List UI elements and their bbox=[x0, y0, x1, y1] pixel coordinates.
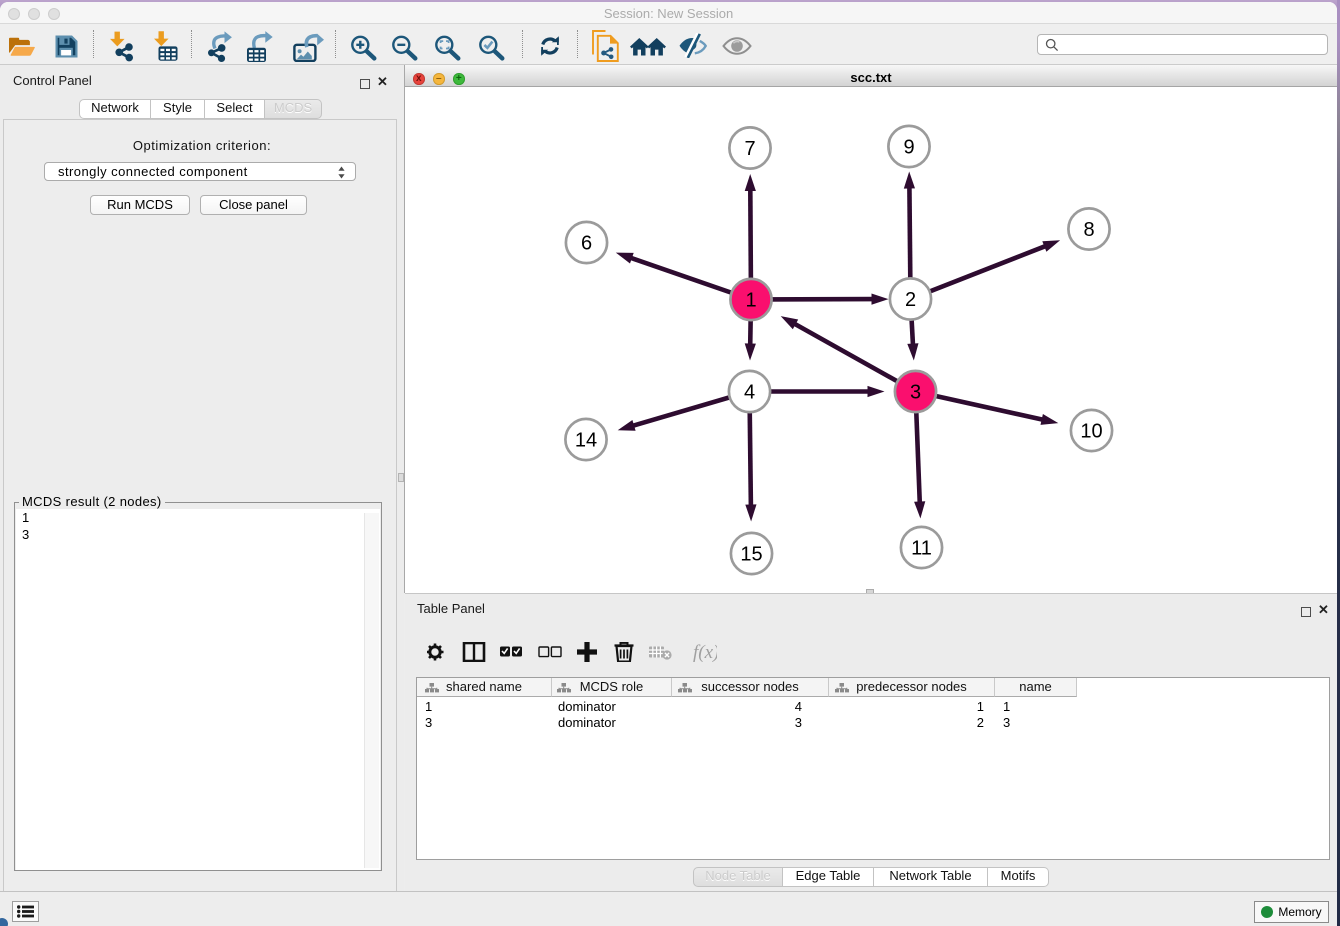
svg-text:6: 6 bbox=[581, 233, 592, 255]
svg-text:11: 11 bbox=[911, 538, 932, 560]
svg-text:4: 4 bbox=[744, 382, 755, 404]
svg-text:15: 15 bbox=[740, 544, 762, 566]
svg-text:2: 2 bbox=[905, 289, 916, 311]
svg-text:9: 9 bbox=[903, 137, 914, 159]
svg-text:3: 3 bbox=[910, 382, 921, 404]
svg-text:14: 14 bbox=[575, 430, 597, 452]
svg-text:1: 1 bbox=[745, 290, 756, 312]
svg-text:7: 7 bbox=[744, 138, 755, 160]
svg-text:f(x): f(x) bbox=[693, 642, 717, 662]
svg-text:8: 8 bbox=[1083, 219, 1094, 241]
svg-text:10: 10 bbox=[1080, 421, 1102, 443]
